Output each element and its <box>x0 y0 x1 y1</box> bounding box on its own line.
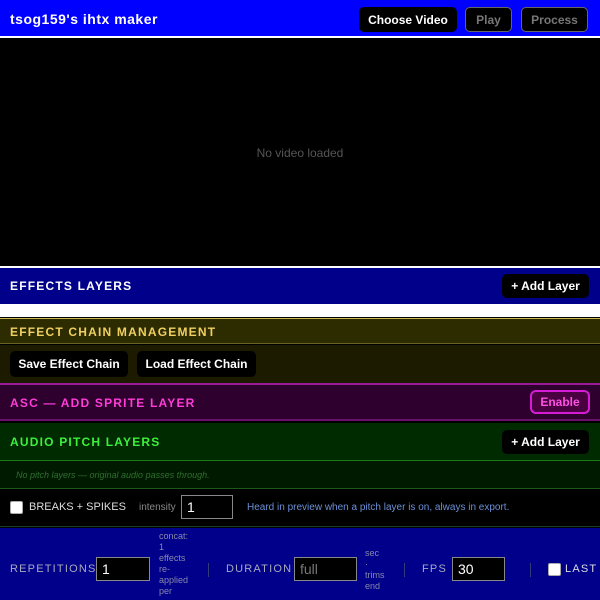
effects-layers-list <box>0 304 600 317</box>
video-preview: No video loaded <box>0 40 600 266</box>
save-effect-chain-button[interactable]: Save Effect Chain <box>10 351 128 377</box>
effects-layers-title: EFFECTS LAYERS <box>10 279 133 293</box>
choose-video-button[interactable]: Choose Video <box>359 7 457 32</box>
breaks-spikes-checkbox[interactable] <box>10 501 23 514</box>
effects-layers-section: EFFECTS LAYERS + Add Layer <box>0 268 600 304</box>
asc-title: ASC — ADD SPRITE LAYER <box>10 396 196 410</box>
no-pitch-layers-note: No pitch layers — original audio passes … <box>16 470 210 480</box>
process-button[interactable]: Process <box>521 7 588 32</box>
concat-note: concat: 1 effects re- applied per <box>159 531 189 596</box>
duration-input[interactable]: full <box>294 557 357 581</box>
play-button[interactable]: Play <box>465 7 512 32</box>
intensity-input[interactable]: 1 <box>181 495 233 519</box>
effect-chain-header: EFFECT CHAIN MANAGEMENT <box>0 318 600 344</box>
effect-chain-body: Save Effect Chain Load Effect Chain <box>0 345 600 383</box>
duration-label: DURATION <box>226 563 293 575</box>
no-video-message: No video loaded <box>256 146 344 160</box>
intensity-label: intensity <box>139 502 176 513</box>
asc-sprite-layer-section: ASC — ADD SPRITE LAYER Enable <box>0 383 600 421</box>
audio-pitch-title: AUDIO PITCH LAYERS <box>10 435 161 449</box>
audio-pitch-section: AUDIO PITCH LAYERS + Add Layer <box>0 423 600 461</box>
duration-note: sec · trims end <box>365 548 385 591</box>
breaks-spikes-label: BREAKS + SPIKES <box>29 501 126 513</box>
last-frame-checkbox[interactable] <box>548 563 561 576</box>
breaks-hint: Heard in preview when a pitch layer is o… <box>247 502 510 513</box>
pitch-layers-list: No pitch layers — original audio passes … <box>0 461 600 489</box>
add-effect-layer-button[interactable]: + Add Layer <box>502 274 589 298</box>
effect-chain-title: EFFECT CHAIN MANAGEMENT <box>10 325 217 339</box>
load-effect-chain-button[interactable]: Load Effect Chain <box>137 351 256 377</box>
repetitions-label: REPETITIONS <box>10 563 97 575</box>
output-settings-bar: REPETITIONS 1 concat: 1 effects re- appl… <box>0 528 600 600</box>
fps-input[interactable]: 30 <box>452 557 505 581</box>
breaks-spikes-row: BREAKS + SPIKES intensity 1 Heard in pre… <box>0 489 600 527</box>
repetitions-input[interactable]: 1 <box>96 557 150 581</box>
app-header: tsog159's ihtx maker Choose Video Play P… <box>0 0 600 38</box>
app-title: tsog159's ihtx maker <box>10 11 158 27</box>
add-pitch-layer-button[interactable]: + Add Layer <box>502 430 589 454</box>
divider <box>530 563 531 577</box>
fps-label: FPS <box>422 563 447 575</box>
divider <box>404 563 405 577</box>
divider <box>208 563 209 577</box>
last-frame-label: LAST F <box>565 563 600 575</box>
asc-enable-button[interactable]: Enable <box>530 390 590 414</box>
